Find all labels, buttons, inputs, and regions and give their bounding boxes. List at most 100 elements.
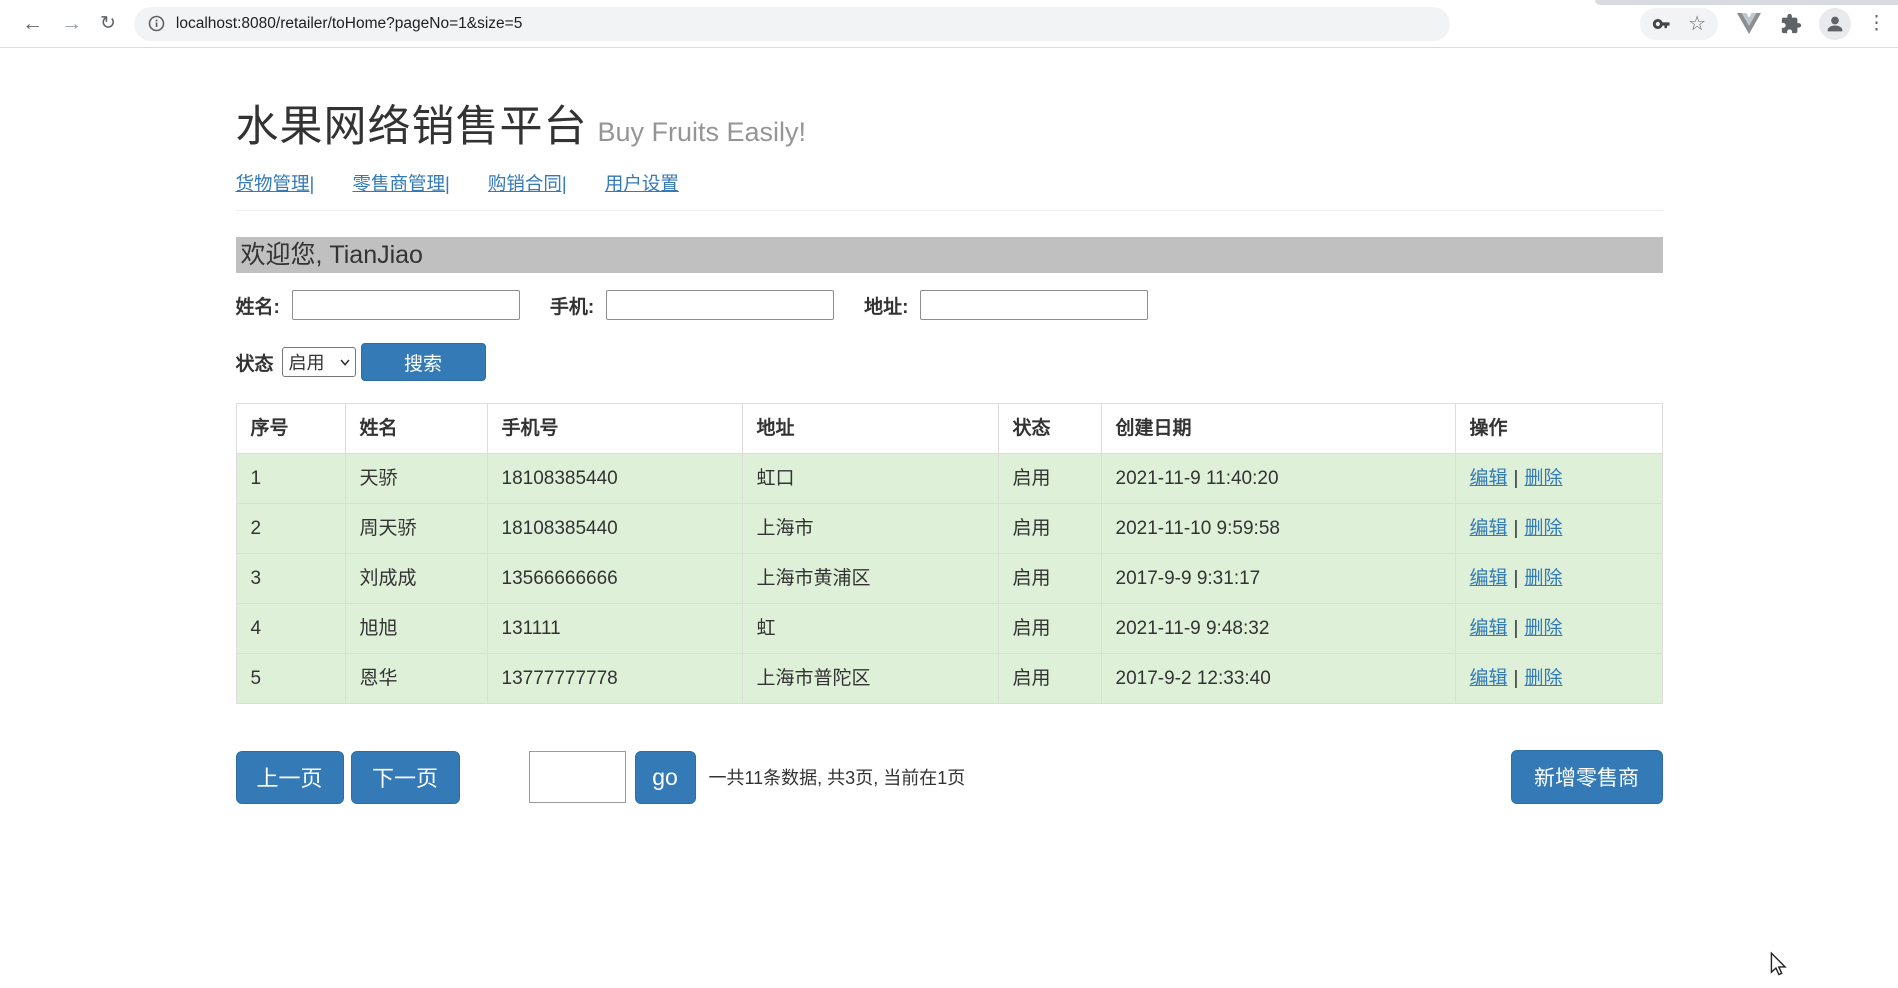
- cell-actions: 编辑 | 删除: [1454, 503, 1663, 554]
- cell-created: 2017-9-2 12:33:40: [1100, 653, 1456, 704]
- col-header-actions: 操作: [1454, 403, 1663, 454]
- page-title: 水果网络销售平台 Buy Fruits Easily!: [236, 92, 1663, 154]
- table-row: 5 恩华 13777777778 上海市普陀区 启用 2017-9-2 12:3…: [235, 653, 1663, 704]
- nav-item-contracts[interactable]: 购销合同|: [488, 173, 567, 194]
- search-form-row-1: 姓名: 手机: 地址:: [236, 290, 1663, 320]
- vue-devtools-icon[interactable]: [1737, 12, 1761, 35]
- cell-no: 5: [235, 653, 346, 704]
- table-row: 2 周天骄 18108385440 上海市 启用 2021-11-10 9:59…: [235, 503, 1663, 554]
- cell-status: 启用: [997, 553, 1102, 604]
- cell-no: 2: [235, 503, 346, 554]
- site-info-icon[interactable]: [148, 15, 165, 32]
- search-form-row-2: 状态 启用 搜索: [236, 343, 1663, 381]
- cell-name: 刘成成: [344, 553, 488, 604]
- nav-divider: [235, 210, 1663, 211]
- cell-created: 2021-11-9 11:40:20: [1100, 453, 1456, 504]
- cell-phone: 131111: [486, 603, 743, 654]
- address-label: 地址:: [864, 296, 909, 318]
- cell-address: 虹: [741, 603, 999, 654]
- delete-link[interactable]: 删除: [1524, 518, 1562, 539]
- cell-no: 3: [235, 553, 346, 604]
- delete-link[interactable]: 删除: [1524, 468, 1562, 489]
- delete-link[interactable]: 删除: [1524, 618, 1562, 639]
- col-header-address: 地址: [741, 403, 999, 454]
- page-number-input[interactable]: [528, 751, 626, 803]
- bookmark-star-icon[interactable]: ☆: [1688, 14, 1706, 34]
- col-header-no: 序号: [235, 403, 346, 454]
- phone-input[interactable]: [606, 290, 835, 320]
- cell-phone: 18108385440: [486, 453, 743, 504]
- nav-item-goods[interactable]: 货物管理|: [236, 173, 315, 194]
- chevron-down-icon: [339, 358, 350, 366]
- table-row: 1 天骄 18108385440 虹口 启用 2021-11-9 11:40:2…: [235, 453, 1663, 504]
- col-header-phone: 手机号: [486, 403, 743, 454]
- cell-actions: 编辑 | 删除: [1454, 553, 1663, 604]
- delete-link[interactable]: 删除: [1524, 668, 1562, 689]
- page-subtitle: Buy Fruits Easily!: [597, 117, 807, 147]
- menu-dots-icon[interactable]: ⋮: [1867, 12, 1886, 35]
- prev-page-button[interactable]: 上一页: [235, 750, 344, 804]
- delete-link[interactable]: 删除: [1524, 568, 1562, 589]
- browser-reload-button[interactable]: ↻: [100, 14, 116, 33]
- profile-avatar[interactable]: [1819, 7, 1851, 40]
- col-header-created: 创建日期: [1100, 403, 1456, 454]
- tab-strip-remainder: [1595, 0, 1898, 5]
- cell-name: 天骄: [344, 453, 488, 504]
- cell-actions: 编辑 | 删除: [1454, 603, 1663, 654]
- name-input[interactable]: [291, 290, 520, 320]
- edit-link[interactable]: 编辑: [1470, 468, 1508, 489]
- col-header-name: 姓名: [344, 403, 488, 454]
- table-row: 3 刘成成 13566666666 上海市黄浦区 启用 2017-9-9 9:3…: [235, 553, 1663, 604]
- omnibox-action-icons: ☆: [1640, 7, 1718, 40]
- cell-no: 1: [235, 453, 346, 504]
- add-retailer-button[interactable]: 新增零售商: [1510, 750, 1663, 804]
- cell-created: 2021-11-9 9:48:32: [1100, 603, 1456, 654]
- cell-created: 2021-11-10 9:59:58: [1100, 503, 1456, 554]
- name-label: 姓名:: [235, 296, 280, 318]
- cell-address: 上海市黄浦区: [741, 553, 999, 604]
- cell-address: 虹口: [741, 453, 999, 504]
- password-key-icon[interactable]: [1652, 14, 1672, 34]
- status-label: 状态: [235, 353, 274, 375]
- cell-address: 上海市普陀区: [741, 653, 999, 704]
- welcome-banner: 欢迎您, TianJiao: [235, 237, 1663, 273]
- edit-link[interactable]: 编辑: [1470, 668, 1508, 689]
- action-separator: |: [1513, 618, 1519, 639]
- status-select[interactable]: 启用: [281, 347, 356, 377]
- go-button[interactable]: go: [634, 750, 696, 804]
- table-header-row: 序号 姓名 手机号 地址 状态 创建日期 操作: [235, 403, 1663, 454]
- phone-label: 手机:: [549, 296, 595, 318]
- edit-link[interactable]: 编辑: [1470, 568, 1508, 589]
- pagination-info: 一共11条数据, 共3页, 当前在1页: [708, 768, 966, 788]
- table-row: 4 旭旭 131111 虹 启用 2021-11-9 9:48:32 编辑 | 删除: [235, 603, 1663, 654]
- cell-actions: 编辑 | 删除: [1454, 453, 1663, 504]
- address-bar[interactable]: localhost:8080/retailer/toHome?pageNo=1&…: [133, 6, 1450, 41]
- cell-address: 上海市: [741, 503, 999, 554]
- action-separator: |: [1513, 518, 1519, 539]
- cell-phone: 18108385440: [486, 503, 743, 554]
- edit-link[interactable]: 编辑: [1470, 518, 1508, 539]
- cell-status: 启用: [997, 453, 1102, 504]
- cell-phone: 13777777778: [486, 653, 743, 704]
- edit-link[interactable]: 编辑: [1470, 618, 1508, 639]
- extensions-puzzle-icon[interactable]: [1780, 13, 1802, 35]
- cell-status: 启用: [997, 603, 1102, 654]
- cell-status: 启用: [997, 653, 1102, 704]
- retailer-table: 序号 姓名 手机号 地址 状态 创建日期 操作 1 天骄 18108385440…: [235, 403, 1663, 704]
- status-select-value: 启用: [288, 353, 325, 373]
- browser-toolbar: ← → ↻ localhost:8080/retailer/toHome?pag…: [0, 0, 1898, 48]
- address-input[interactable]: [920, 290, 1149, 320]
- url-text[interactable]: localhost:8080/retailer/toHome?pageNo=1&…: [176, 15, 522, 33]
- next-page-button[interactable]: 下一页: [350, 750, 460, 804]
- action-separator: |: [1513, 568, 1519, 589]
- cell-status: 启用: [997, 503, 1102, 554]
- nav-item-user-settings[interactable]: 用户设置: [605, 173, 679, 194]
- pagination-bar: 上一页 下一页 go 一共11条数据, 共3页, 当前在1页 新增零售商: [235, 750, 1663, 804]
- browser-back-button[interactable]: ←: [22, 13, 43, 34]
- cell-name: 恩华: [344, 653, 488, 704]
- search-button[interactable]: 搜索: [360, 343, 486, 381]
- action-separator: |: [1513, 668, 1519, 689]
- cell-name: 旭旭: [344, 603, 488, 654]
- browser-forward-button[interactable]: →: [61, 13, 82, 34]
- nav-item-retailers[interactable]: 零售商管理|: [352, 173, 449, 194]
